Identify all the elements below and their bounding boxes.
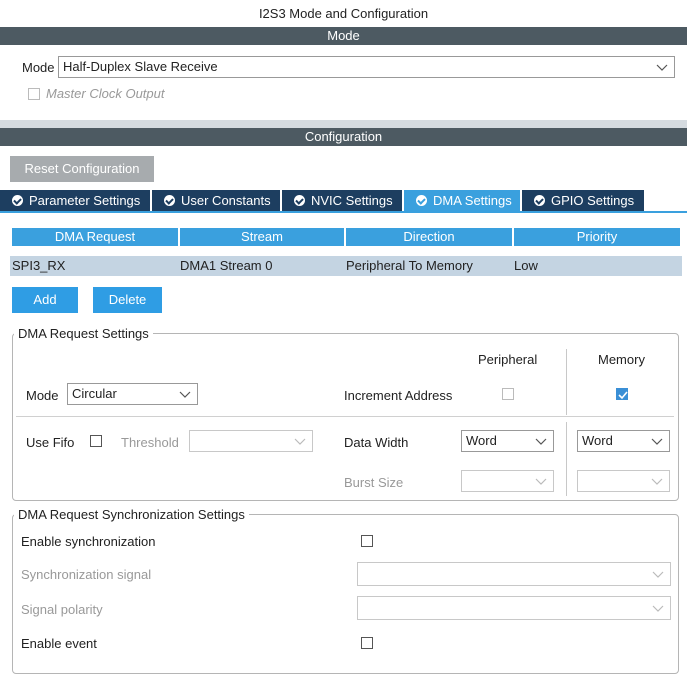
master-clock-label: Master Clock Output <box>46 86 165 101</box>
check-icon <box>618 391 628 400</box>
chevron-down-icon <box>294 431 306 451</box>
table-cell-direction[interactable]: Peripheral To Memory <box>344 256 514 276</box>
column-header-dma-request: DMA Request <box>12 228 178 246</box>
column-divider <box>566 349 567 415</box>
settings-divider <box>16 416 674 417</box>
memory-increment-checkbox[interactable] <box>616 388 628 400</box>
add-button[interactable]: Add <box>12 287 78 313</box>
check-circle-icon <box>12 195 23 206</box>
section-divider <box>0 120 687 128</box>
sync-signal-select[interactable] <box>357 562 671 586</box>
check-circle-icon <box>416 195 427 206</box>
dma-mode-value: Circular <box>72 386 117 401</box>
table-cell-priority[interactable]: Low <box>512 256 682 276</box>
mode-section-header: Mode <box>0 27 687 45</box>
window-title: I2S3 Mode and Configuration <box>258 6 429 21</box>
tab-user-constants[interactable]: User Constants <box>152 190 280 211</box>
chevron-down-icon <box>651 431 663 451</box>
peripheral-header: Peripheral <box>478 352 538 367</box>
delete-button[interactable]: Delete <box>93 287 162 313</box>
tab-underline <box>0 211 687 213</box>
dma-request-settings-legend: DMA Request Settings <box>14 326 153 341</box>
memory-data-width-value: Word <box>582 433 613 448</box>
tab-parameter-settings[interactable]: Parameter Settings <box>0 190 150 211</box>
burst-size-label: Burst Size <box>344 475 404 490</box>
column-header-stream: Stream <box>180 228 344 246</box>
dma-mode-label: Mode <box>26 388 59 403</box>
signal-polarity-label: Signal polarity <box>21 602 103 617</box>
enable-event-label: Enable event <box>21 636 97 651</box>
chevron-down-icon <box>179 384 191 404</box>
memory-data-width-select[interactable]: Word <box>577 430 670 452</box>
chevron-down-icon <box>652 597 664 619</box>
threshold-select[interactable] <box>189 430 313 452</box>
peripheral-increment-checkbox[interactable] <box>502 388 514 400</box>
memory-header: Memory <box>598 352 645 367</box>
threshold-label: Threshold <box>121 435 179 450</box>
increment-address-label: Increment Address <box>344 388 453 403</box>
dma-sync-settings-legend: DMA Request Synchronization Settings <box>14 507 249 522</box>
mode-select[interactable]: Half-Duplex Slave Receive <box>58 56 675 78</box>
tab-nvic-settings[interactable]: NVIC Settings <box>282 190 402 211</box>
check-circle-icon <box>164 195 175 206</box>
enable-event-checkbox[interactable] <box>361 637 373 649</box>
use-fifo-label: Use Fifo <box>26 435 75 450</box>
chevron-down-icon <box>651 471 663 491</box>
sync-signal-label: Synchronization signal <box>21 567 152 582</box>
table-cell-request[interactable]: SPI3_RX <box>10 256 180 276</box>
signal-polarity-select[interactable] <box>357 596 671 620</box>
memory-burst-select[interactable] <box>577 470 670 492</box>
configuration-section-header: Configuration <box>0 128 687 146</box>
enable-sync-label: Enable synchronization <box>21 534 156 549</box>
column-header-priority: Priority <box>514 228 680 246</box>
tab-dma-settings[interactable]: DMA Settings <box>404 190 520 211</box>
chevron-down-icon <box>652 563 664 585</box>
check-circle-icon <box>294 195 305 206</box>
column-header-direction: Direction <box>346 228 512 246</box>
master-clock-checkbox[interactable] <box>28 88 40 100</box>
column-divider <box>566 422 567 496</box>
mode-label: Mode <box>22 60 55 75</box>
check-circle-icon <box>534 195 545 206</box>
table-cell-stream[interactable]: DMA1 Stream 0 <box>178 256 346 276</box>
chevron-down-icon <box>535 431 547 451</box>
mode-select-value: Half-Duplex Slave Receive <box>63 59 218 74</box>
peripheral-burst-select[interactable] <box>461 470 554 492</box>
chevron-down-icon <box>535 471 547 491</box>
tab-gpio-settings[interactable]: GPIO Settings <box>522 190 644 211</box>
use-fifo-checkbox[interactable] <box>90 435 102 447</box>
peripheral-data-width-select[interactable]: Word <box>461 430 554 452</box>
enable-sync-checkbox[interactable] <box>361 535 373 547</box>
chevron-down-icon <box>656 57 668 77</box>
data-width-label: Data Width <box>344 435 409 450</box>
peripheral-data-width-value: Word <box>466 433 497 448</box>
dma-mode-select[interactable]: Circular <box>67 383 198 405</box>
reset-configuration-button[interactable]: Reset Configuration <box>10 156 154 182</box>
